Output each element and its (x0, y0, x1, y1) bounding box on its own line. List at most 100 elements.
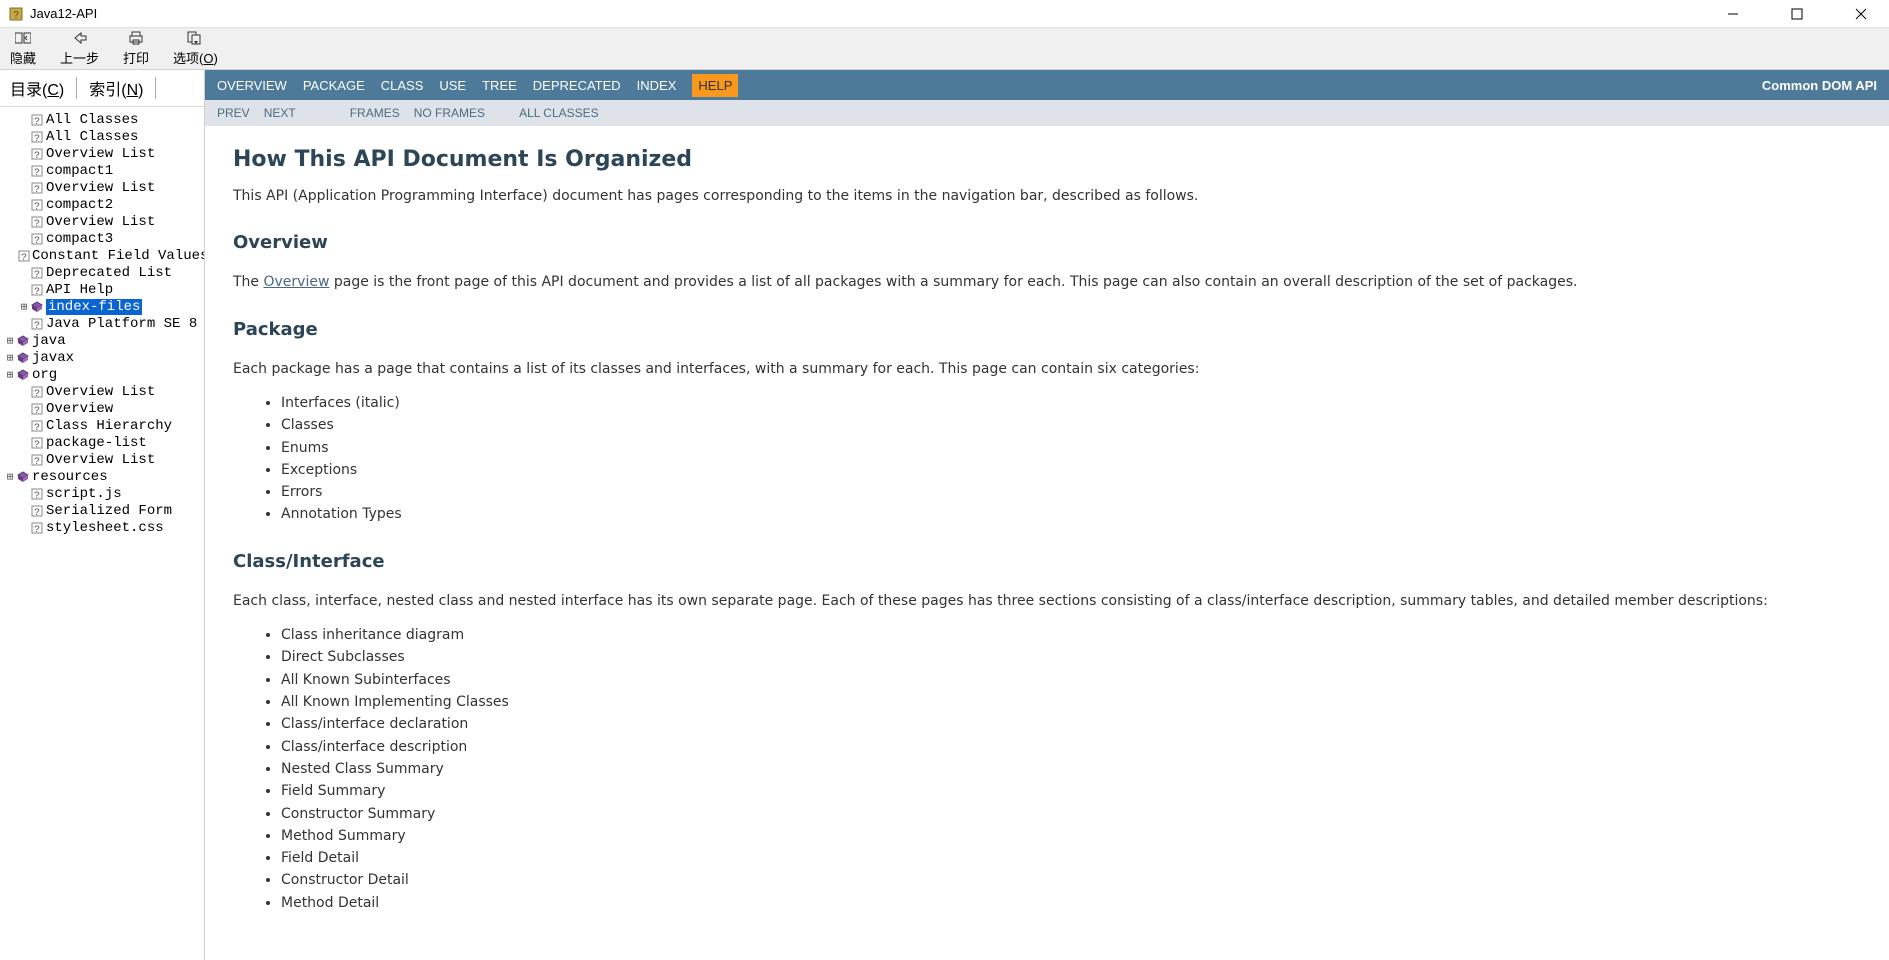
nav-item-tree[interactable]: TREE (482, 78, 517, 93)
list-item: Exceptions (281, 460, 1861, 480)
subnav-frames[interactable]: FRAMES (350, 106, 400, 120)
app-icon: ? (8, 6, 24, 22)
tree-item[interactable]: ?All Classes (4, 111, 204, 128)
tree-item[interactable]: ?Overview List (4, 145, 204, 162)
nav-item-use[interactable]: USE (439, 78, 466, 93)
nav-item-package[interactable]: PACKAGE (303, 78, 365, 93)
list-item: Errors (281, 482, 1861, 502)
tab-toc[interactable]: 目录(C) (6, 74, 68, 102)
page-icon: ? (30, 402, 44, 416)
close-button[interactable] (1841, 2, 1881, 26)
minimize-button[interactable] (1713, 2, 1753, 26)
svg-text:?: ? (34, 321, 40, 330)
svg-text:?: ? (34, 219, 40, 228)
toolbar-print[interactable]: 打印 (123, 31, 149, 67)
tree-item[interactable]: ?script.js (4, 485, 204, 502)
overview-link[interactable]: Overview (264, 274, 330, 290)
svg-text:?: ? (34, 287, 40, 296)
tree-item[interactable]: ?All Classes (4, 128, 204, 145)
expand-icon[interactable]: ⊞ (4, 334, 16, 348)
tree-item[interactable]: ?Overview List (4, 179, 204, 196)
tab-separator-2 (155, 77, 156, 99)
list-item: Enums (281, 438, 1861, 458)
subnav-prev[interactable]: PREV (217, 106, 250, 120)
page-icon: ? (30, 164, 44, 178)
sub-navbar: PREV NEXT FRAMES NO FRAMES ALL CLASSES (205, 100, 1889, 126)
tree-item-label: Overview (46, 401, 113, 417)
tree-item[interactable]: ?package-list (4, 434, 204, 451)
toolbar-options-label: 选项(O) (173, 48, 218, 67)
tree-item-label: Overview List (46, 146, 155, 162)
tree-item[interactable]: ⊞ index-files (4, 298, 204, 315)
section-package-heading: Package (233, 317, 1861, 343)
tree-item[interactable]: ?stylesheet.css (4, 519, 204, 536)
page-icon: ? (30, 232, 44, 246)
nav-item-overview[interactable]: OVERVIEW (217, 78, 287, 93)
expand-icon[interactable]: ⊞ (18, 300, 30, 314)
nav-item-index[interactable]: INDEX (637, 78, 677, 93)
tree-item[interactable]: ?Constant Field Values (4, 247, 204, 264)
list-item: All Known Implementing Classes (281, 692, 1861, 712)
expand-icon[interactable]: ⊞ (4, 351, 16, 365)
page-icon: ? (30, 385, 44, 399)
list-item: Field Summary (281, 781, 1861, 801)
tree-item[interactable]: ?Deprecated List (4, 264, 204, 281)
tree-item[interactable]: ?Overview (4, 400, 204, 417)
section-overview-heading: Overview (233, 230, 1861, 256)
tree-item-label: All Classes (46, 129, 138, 145)
tree-item-label: Overview List (46, 384, 155, 400)
tree-item-label: compact3 (46, 231, 113, 247)
toolbar-options[interactable]: 选项(O) (173, 31, 218, 67)
expand-icon[interactable]: ⊞ (4, 368, 16, 382)
tree-item[interactable]: ⊞ org (4, 366, 204, 383)
section-class-text: Each class, interface, nested class and … (233, 591, 1861, 611)
nav-item-help[interactable]: HELP (692, 74, 738, 97)
maximize-button[interactable] (1777, 2, 1817, 26)
list-item: Method Summary (281, 826, 1861, 846)
tree-item[interactable]: ?Serialized Form (4, 502, 204, 519)
expand-icon[interactable]: ⊞ (4, 470, 16, 484)
subnav-next[interactable]: NEXT (264, 106, 296, 120)
tree-item[interactable]: ? Overview List (4, 213, 204, 230)
tree-item-label: Constant Field Values (32, 248, 204, 264)
list-item: Classes (281, 415, 1861, 435)
tree-item[interactable]: ⊞java (4, 332, 204, 349)
subnav-no-frames[interactable]: NO FRAMES (414, 106, 485, 120)
toolbar-hide[interactable]: 隐藏 (10, 31, 36, 67)
tab-index[interactable]: 索引(N) (85, 74, 147, 102)
svg-text:?: ? (34, 423, 40, 432)
list-item: All Known Subinterfaces (281, 670, 1861, 690)
tree-view[interactable]: ?All Classes?All Classes?Overview List?c… (0, 107, 204, 960)
toolbar: 隐藏 上一步 打印 选项(O) (0, 28, 1889, 70)
tree-item-label: index-files (46, 299, 142, 315)
tree-item-label: Overview List (46, 452, 155, 468)
svg-text:?: ? (34, 236, 40, 245)
list-item: Class/interface description (281, 737, 1861, 757)
tree-item[interactable]: ?Java Platform SE 8 (4, 315, 204, 332)
tree-item-label: Overview List (46, 214, 155, 230)
tree-item[interactable]: ⊞ javax (4, 349, 204, 366)
svg-text:?: ? (34, 389, 40, 398)
toolbar-back[interactable]: 上一步 (60, 31, 99, 67)
tree-item[interactable]: ? compact3 (4, 230, 204, 247)
nav-item-class[interactable]: CLASS (381, 78, 424, 93)
svg-text:?: ? (34, 270, 40, 279)
hide-icon (15, 31, 31, 47)
package-icon (16, 334, 30, 348)
tree-item[interactable]: ?compact1 (4, 162, 204, 179)
tree-item[interactable]: ?Class Hierarchy (4, 417, 204, 434)
subnav-all-classes[interactable]: ALL CLASSES (519, 106, 599, 120)
svg-text:?: ? (34, 508, 40, 517)
tree-item[interactable]: ? Overview List (4, 383, 204, 400)
tree-item-label: org (32, 367, 57, 383)
tree-item[interactable]: ?Overview List (4, 451, 204, 468)
tree-item[interactable]: ?API Help (4, 281, 204, 298)
page-icon: ? (30, 317, 44, 331)
tab-separator (76, 77, 77, 99)
tree-item[interactable]: ⊞resources (4, 468, 204, 485)
content-pane: OVERVIEW PACKAGE CLASS USE TREE DEPRECATED IND… (205, 70, 1889, 960)
tree-item-label: javax (32, 350, 74, 366)
nav-item-deprecated[interactable]: DEPRECATED (533, 78, 621, 93)
tree-item[interactable]: ?compact2 (4, 196, 204, 213)
page-icon: ? (18, 249, 30, 263)
